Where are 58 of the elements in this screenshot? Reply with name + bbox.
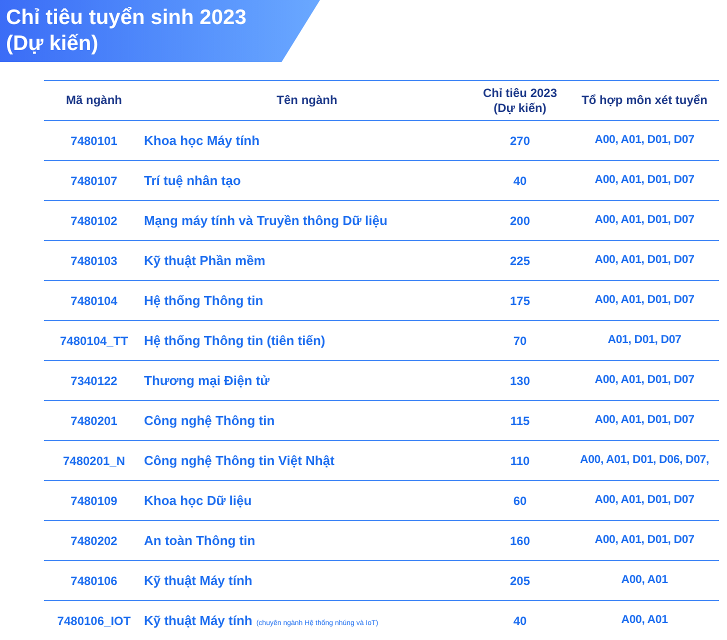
table-cell: 205 (470, 560, 570, 600)
program-name: Khoa học Dữ liệu (144, 492, 252, 508)
table-cell: 7480201_N (44, 440, 144, 480)
table-cell: 7480102 (44, 200, 144, 240)
column-header: Tên ngành (144, 80, 470, 120)
table-cell: 7480202 (44, 520, 144, 560)
table-cell: 7340122 (44, 360, 144, 400)
table-cell: 7480106_IOT (44, 600, 144, 640)
table-cell: 7480107 (44, 160, 144, 200)
program-name: Mạng máy tính và Truyền thông Dữ liệu (144, 212, 388, 228)
table-cell: 225 (470, 240, 570, 280)
table-cell: 60 (470, 480, 570, 520)
table-cell: 40 (470, 600, 570, 640)
table-cell: A00, A01, D01, D07 (570, 280, 719, 320)
column-header: Tổ hợp môn xét tuyển (570, 80, 719, 120)
program-name: Công nghệ Thông tin (144, 412, 275, 428)
table-cell: A01, D01, D07 (570, 320, 719, 360)
banner-title-line: Chỉ tiêu tuyển sinh 2023 (6, 5, 248, 31)
table-cell: A00, A01, D01, D07 (570, 400, 719, 440)
table-cell: 270 (470, 120, 570, 160)
table-cell: 40 (470, 160, 570, 200)
table-cell: A00, A01, D01, D06, D07, (570, 440, 719, 480)
table-cell: A00, A01, D01, D07 (570, 240, 719, 280)
table-cell: A00, A01, D01, D07 (570, 520, 719, 560)
program-name: Khoa học Máy tính (144, 132, 260, 148)
table-cell: A00, A01, D01, D07 (570, 160, 719, 200)
program-name: Hệ thống Thông tin (tiên tiến) (144, 332, 326, 348)
program-name: Kỹ thuật Máy tính (144, 572, 252, 588)
table-cell: 7480106 (44, 560, 144, 600)
program-name: Trí tuệ nhân tạo (144, 172, 241, 188)
table-cell: 200 (470, 200, 570, 240)
table-cell: 7480104_TT (44, 320, 144, 360)
table-cell: 70 (470, 320, 570, 360)
table-cell: A00, A01, D01, D07 (570, 200, 719, 240)
table-cell: 7480103 (44, 240, 144, 280)
program-name: Thương mại Điện tử (144, 372, 270, 388)
table-cell: A00, A01 (570, 560, 719, 600)
table-cell: 130 (470, 360, 570, 400)
table-cell: A00, A01, D01, D07 (570, 480, 719, 520)
table-cell: 160 (470, 520, 570, 560)
table-cell: A00, A01 (570, 600, 719, 640)
program-name: Kỹ thuật Phần mềm (144, 252, 266, 268)
column-header: Mã ngành (44, 80, 144, 120)
table-cell: 7480104 (44, 280, 144, 320)
program-name: Hệ thống Thông tin (144, 292, 264, 308)
column-header: Chỉ tiêu 2023 (Dự kiến) (470, 80, 570, 120)
table-cell: 110 (470, 440, 570, 480)
table-cell: 7480109 (44, 480, 144, 520)
table-cell: 115 (470, 400, 570, 440)
table-cell: A00, A01, D01, D07 (570, 360, 719, 400)
table-cell: A00, A01, D01, D07 (570, 120, 719, 160)
banner-title-line: (Dự kiến) (6, 31, 100, 57)
table-cell: 175 (470, 280, 570, 320)
program-name: Kỹ thuật Máy tính (144, 612, 252, 628)
program-name: An toàn Thông tin (144, 532, 256, 548)
program-name: Công nghệ Thông tin Việt Nhật (144, 452, 334, 468)
table-cell: 7480201 (44, 400, 144, 440)
table-cell: 7480101 (44, 120, 144, 160)
